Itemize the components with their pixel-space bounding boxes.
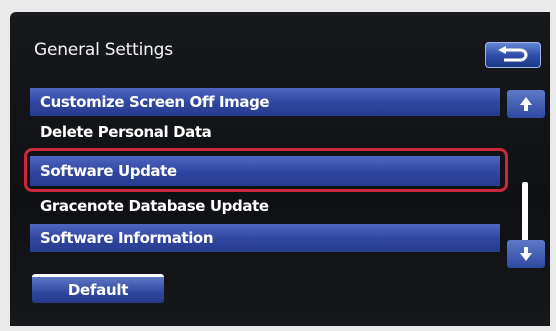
back-button[interactable] [485, 42, 541, 68]
scroll-down-arrow-icon [520, 247, 532, 261]
list-item-software-update[interactable]: Software Update [30, 156, 500, 186]
list-item-gracenote-database-update[interactable]: Gracenote Database Update [30, 192, 500, 220]
photo-frame: General Settings Customize Screen Off Im… [0, 0, 556, 331]
scroll-up-arrow-icon [520, 97, 532, 111]
list-item-label: Software Information [40, 229, 214, 247]
list-item-label: Software Update [40, 162, 177, 180]
list-item-customize-screen-off-image[interactable]: Customize Screen Off Image [30, 88, 500, 116]
head-unit-screen: General Settings Customize Screen Off Im… [10, 12, 550, 326]
list-item-label: Gracenote Database Update [40, 197, 269, 215]
list-item-delete-personal-data[interactable]: Delete Personal Data [30, 118, 500, 146]
scroll-down-button[interactable] [507, 240, 545, 268]
list-item-label: Delete Personal Data [40, 123, 212, 141]
scrollbar-track[interactable] [522, 182, 528, 242]
page-title: General Settings [34, 40, 173, 60]
default-button-label: Default [67, 281, 129, 299]
list-item-label: Customize Screen Off Image [40, 93, 270, 111]
default-button[interactable]: Default [32, 274, 164, 303]
scroll-up-button[interactable] [507, 90, 545, 118]
return-arrow-icon [498, 46, 528, 62]
list-item-software-information[interactable]: Software Information [30, 224, 500, 252]
